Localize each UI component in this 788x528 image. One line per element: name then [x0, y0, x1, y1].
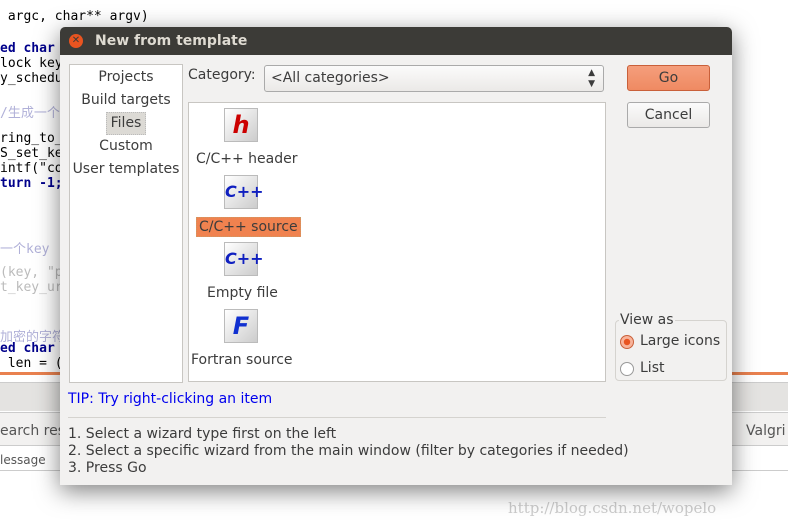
template-type-list: Projects Build targets Files Custom User… — [69, 64, 183, 383]
message-column-header: lessage — [0, 453, 46, 467]
list-item-build-targets[interactable]: Build targets — [70, 89, 182, 112]
tip-text: TIP: Try right-clicking an item — [68, 391, 273, 407]
large-icons-label[interactable]: Large icons — [640, 333, 720, 349]
list-item-custom[interactable]: Custom — [70, 135, 182, 158]
list-item-user-templates[interactable]: User templates — [70, 158, 182, 181]
view-as-label: View as — [619, 312, 675, 328]
code-line: intf("co — [0, 161, 63, 176]
item-empty-file[interactable]: Empty file — [207, 285, 278, 301]
item-c-source[interactable]: C/C++ source — [196, 217, 301, 237]
dialog-title: New from template — [95, 33, 248, 49]
radio-list[interactable] — [620, 362, 634, 376]
item-c-header[interactable]: C/C++ header — [196, 151, 298, 167]
watermark: http://blog.csdn.net/wopelo — [508, 499, 717, 517]
cancel-button[interactable]: Cancel — [627, 102, 710, 128]
radio-large-icons[interactable] — [620, 335, 634, 349]
go-button[interactable]: Go — [627, 65, 710, 91]
dialog-titlebar: ✕ New from template — [60, 27, 732, 55]
category-label: Category: — [188, 67, 256, 83]
view-as-group: View as Large icons List — [615, 312, 727, 381]
code-line: lock key — [0, 56, 63, 71]
code-line: y_schedu — [0, 71, 63, 86]
instruction-line: 3. Press Go — [68, 460, 147, 476]
new-from-template-dialog: ✕ New from template Projects Build targe… — [60, 27, 732, 485]
list-item-files[interactable]: Files — [70, 112, 182, 135]
empty-file-icon: C++ — [224, 242, 264, 276]
code-line: 一个key — [0, 242, 50, 257]
code-line: (key, "p — [0, 265, 63, 280]
code-line: ring_to_ — [0, 131, 63, 146]
code-line: len = ( — [0, 356, 63, 371]
list-label[interactable]: List — [640, 360, 664, 376]
code-line: ed char — [0, 341, 55, 356]
separator — [68, 417, 606, 418]
instruction-line: 1. Select a wizard type first on the lef… — [68, 426, 337, 442]
code-line: turn -1; — [0, 176, 63, 191]
code-line: /生成一个 — [0, 106, 60, 121]
code-line: ed char — [0, 41, 55, 56]
select-arrows-icon: ▲ ▼ — [588, 68, 595, 89]
valgrind-tab[interactable]: Valgri — [746, 423, 786, 439]
code-line: t_key_ur — [0, 280, 63, 295]
instruction-line: 2. Select a specific wizard from the mai… — [68, 443, 629, 459]
category-select[interactable]: <All categories> ▲ ▼ — [264, 65, 604, 92]
template-items-view: h C/C++ header C++ C/C++ source C++ Empt… — [188, 102, 606, 382]
fortran-icon: F — [224, 309, 258, 343]
h-header-icon: h — [224, 108, 258, 142]
code-line: S_set_ke — [0, 146, 63, 161]
code-line: argc, char** argv) — [0, 9, 149, 24]
list-item-projects[interactable]: Projects — [70, 66, 182, 89]
close-icon[interactable]: ✕ — [69, 34, 83, 48]
cpp-source-icon: C++ — [224, 175, 264, 209]
item-fortran-source[interactable]: Fortran source — [191, 352, 293, 368]
